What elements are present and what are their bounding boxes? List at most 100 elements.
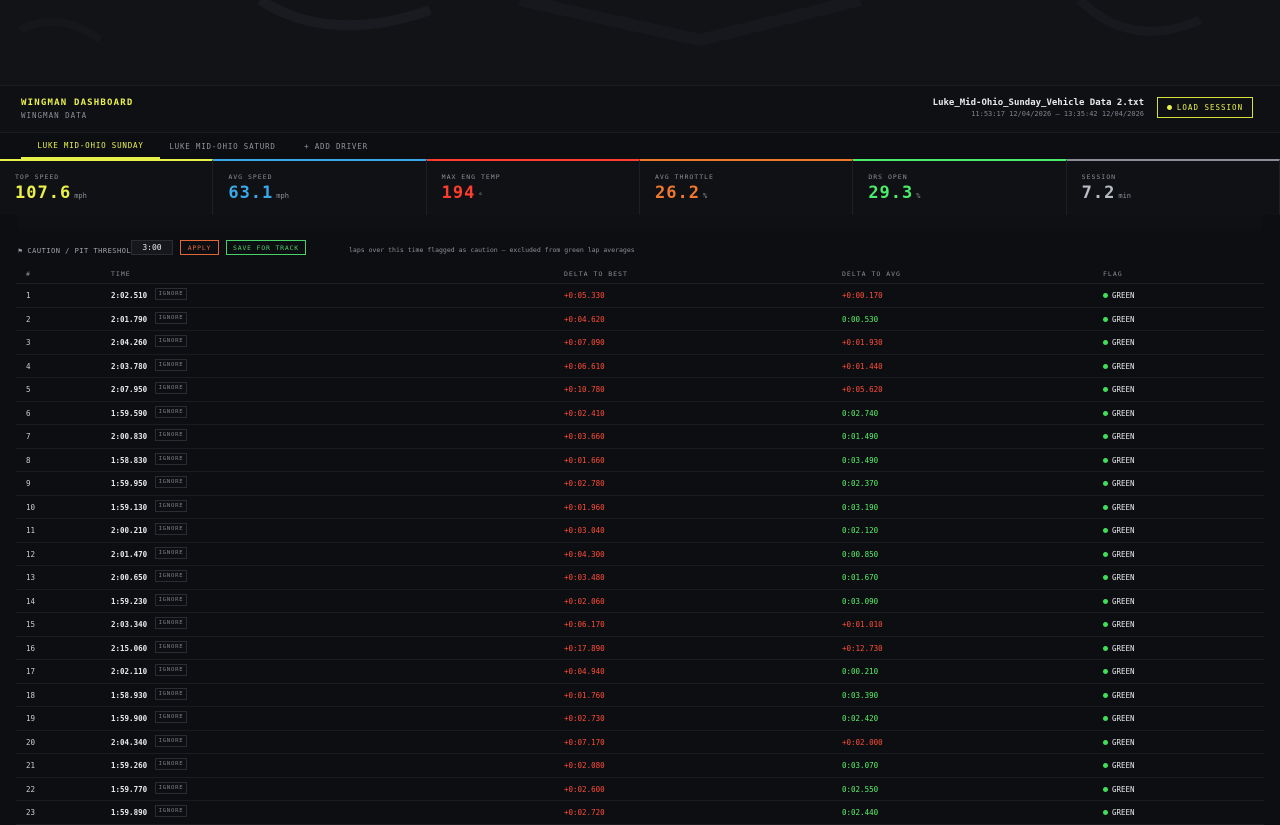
delta-to-avg: 0:00.530: [842, 314, 879, 324]
delta-to-best: +0:03.480: [564, 573, 605, 582]
lap-time: 2:15.060: [111, 643, 148, 653]
ignore-button[interactable]: IGNORE: [155, 617, 187, 629]
flag-label: GREEN: [1112, 291, 1135, 300]
lap-time: 1:59.890: [111, 808, 148, 817]
table-row: 19 1:59.900 IGNORE +0:02.730 0:02.420 GREEN: [16, 707, 1264, 731]
ignore-button[interactable]: IGNORE: [155, 805, 187, 817]
table-row: 21 1:59.260 IGNORE +0:02.080 0:03.070 GREEN: [16, 754, 1264, 778]
lap-number: 11: [26, 526, 36, 535]
ignore-button[interactable]: IGNORE: [155, 640, 187, 653]
stat-value: 26.2%: [654, 183, 708, 203]
flag-status: GREEN: [1103, 526, 1135, 535]
lap-time: 2:03.780: [111, 361, 148, 371]
threshold-note: laps over this time flagged as caution —…: [349, 246, 635, 254]
flag-dot-icon: [1103, 316, 1108, 322]
add-driver-button[interactable]: + ADD DRIVER: [300, 133, 372, 159]
ignore-button[interactable]: IGNORE: [155, 664, 187, 676]
ignore-button[interactable]: IGNORE: [155, 335, 187, 347]
flag-label: GREEN: [1112, 455, 1135, 465]
ignore-button[interactable]: IGNORE: [155, 499, 187, 512]
ignore-button[interactable]: IGNORE: [155, 546, 187, 559]
flag-label: GREEN: [1112, 761, 1135, 770]
delta-to-best: +0:02.780: [564, 479, 605, 488]
lap-number: 12: [26, 549, 36, 559]
flag-status: GREEN: [1103, 432, 1135, 441]
lap-time: 2:01.470: [111, 549, 148, 559]
ignore-button[interactable]: IGNORE: [155, 452, 187, 465]
stat-avg-speed: AVG SPEED 63.1 mph: [213, 159, 427, 215]
load-session-button[interactable]: LOAD SESSION: [1157, 97, 1253, 118]
stat-avg-throttle: AVG THROTTLE 26.2%: [639, 159, 854, 215]
lap-time: 1:58.830: [111, 455, 148, 465]
table-row: 5 2:07.950 IGNORE +0:10.780 +0:05.620 GREEN: [16, 378, 1264, 402]
lap-time: 2:03.340: [111, 620, 148, 629]
ignore-button[interactable]: IGNORE: [155, 570, 187, 582]
stat-value: 29.3%: [868, 183, 921, 203]
lap-time: 1:59.230: [111, 596, 148, 606]
ignore-button[interactable]: IGNORE: [155, 734, 187, 747]
ignore-button[interactable]: IGNORE: [155, 523, 187, 535]
flag-label: GREEN: [1112, 479, 1135, 488]
table-row: 3 2:04.260 IGNORE +0:07.090 +0:01.930 GREEN: [16, 331, 1264, 355]
flag-label: GREEN: [1112, 714, 1135, 723]
ignore-button[interactable]: IGNORE: [155, 311, 187, 324]
delta-to-avg: 0:02.440: [842, 808, 879, 817]
stat-session: SESSION 7.2 min: [1066, 159, 1280, 215]
ignore-button[interactable]: IGNORE: [155, 711, 187, 723]
table-row: 16 2:15.060 IGNORE +0:17.890 +0:12.730 GREEN: [16, 637, 1264, 660]
flag-dot-icon: [1103, 340, 1108, 345]
stat-label: SESSION: [1081, 173, 1117, 181]
delta-to-best: +0:07.090: [564, 338, 605, 347]
ignore-button[interactable]: IGNORE: [155, 405, 187, 418]
delta-to-best: +0:10.780: [564, 385, 605, 394]
ignore-button[interactable]: IGNORE: [155, 687, 187, 700]
delta-to-best: +0:03.040: [564, 526, 605, 535]
flag-dot-icon: [1103, 410, 1108, 416]
delta-to-best: +0:02.060: [564, 596, 605, 606]
apply-button[interactable]: APPLY: [180, 240, 219, 255]
delta-to-avg: 0:03.190: [842, 502, 879, 512]
table-row: 14 1:59.230 IGNORE +0:02.060 0:03.090 GREEN: [16, 590, 1264, 613]
ignore-button[interactable]: IGNORE: [155, 476, 187, 488]
flag-status: GREEN: [1103, 456, 1135, 465]
lap-number: 7: [26, 432, 31, 441]
flag-dot-icon: [1103, 692, 1108, 698]
ignore-button[interactable]: IGNORE: [155, 358, 187, 371]
ignore-button[interactable]: IGNORE: [155, 758, 187, 770]
lap-time: 2:01.790: [111, 314, 148, 324]
ignore-button[interactable]: IGNORE: [155, 429, 187, 441]
stat-value: 194 °: [441, 183, 483, 203]
ignore-button[interactable]: IGNORE: [155, 593, 187, 606]
tab-luke-mid-ohio-sunday[interactable]: LUKE MID-OHIO SUNDAY: [21, 133, 160, 159]
lap-time: 2:04.340: [111, 737, 148, 747]
ignore-button[interactable]: IGNORE: [155, 288, 187, 300]
lap-number: 18: [26, 690, 36, 700]
delta-to-best: +0:01.960: [564, 502, 605, 512]
flag-status: GREEN: [1103, 550, 1135, 559]
flag-dot-icon: [1103, 293, 1108, 298]
save-for-track-button[interactable]: SAVE FOR TRACK: [226, 240, 306, 255]
flag-status: GREEN: [1103, 691, 1135, 700]
flag-dot-icon: [1103, 457, 1108, 463]
stat-label: AVG SPEED: [228, 173, 273, 181]
ignore-button[interactable]: IGNORE: [155, 382, 187, 394]
lap-time: 1:59.900: [111, 714, 148, 723]
threshold-input[interactable]: 3:00: [131, 240, 173, 255]
lap-time: 1:59.130: [111, 502, 148, 512]
app-subtitle: WINGMAN DATA: [21, 111, 88, 120]
flag-status: GREEN: [1103, 644, 1135, 653]
ignore-button[interactable]: IGNORE: [155, 781, 187, 794]
flag-dot-icon: [1103, 504, 1108, 510]
caution-threshold-bar: ⚑ CAUTION / PIT THRESHOLD: 3:00 APPLY SA…: [0, 237, 1280, 265]
tab-label: LUKE MID-OHIO SUNDAY: [37, 140, 144, 150]
lap-number: 4: [26, 361, 31, 371]
flag-label: GREEN: [1112, 385, 1135, 394]
delta-to-avg: +0:01.930: [842, 338, 883, 347]
flag-label: GREEN: [1112, 526, 1135, 535]
lap-time: 1:58.930: [111, 690, 148, 700]
tab-luke-mid-ohio-saturday[interactable]: LUKE MID-OHIO SATURD: [160, 133, 285, 159]
delta-to-avg: 0:03.070: [842, 761, 879, 770]
stat-label: TOP SPEED: [15, 173, 60, 181]
flag-label: GREEN: [1112, 596, 1135, 606]
table-header: # TIME DELTA TO BEST DELTA TO AVG FLAG: [16, 265, 1264, 284]
